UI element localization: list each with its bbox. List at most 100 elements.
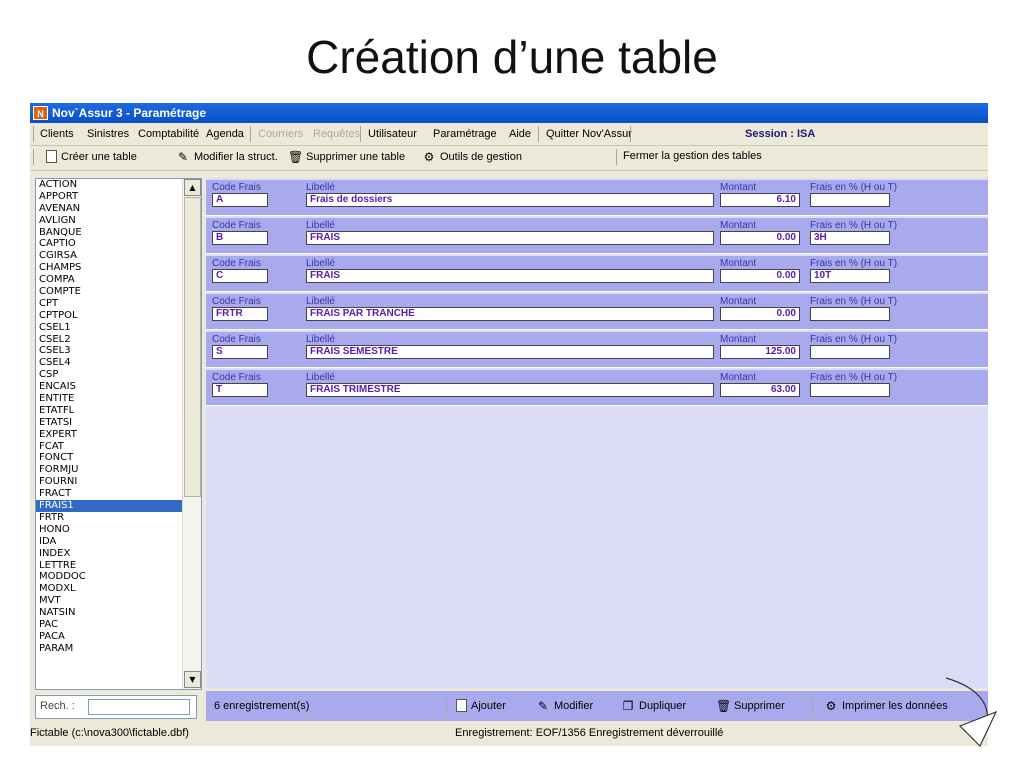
table-list-item[interactable]: CPT: [36, 298, 201, 310]
table-list-item[interactable]: CSEL1: [36, 322, 201, 334]
field-label-code: Code Frais: [212, 372, 261, 383]
scroll-up-icon[interactable]: ▲: [184, 179, 201, 196]
table-list-item[interactable]: CSEL4: [36, 357, 201, 369]
menu-sinistres[interactable]: Sinistres: [87, 128, 129, 140]
table-list-item[interactable]: AVENAN: [36, 203, 201, 215]
table-list-item[interactable]: CPTPOL: [36, 310, 201, 322]
table-list-item[interactable]: HONO: [36, 524, 201, 536]
menu-comptabilite[interactable]: Comptabilité: [138, 128, 199, 140]
table-list-item[interactable]: PARAM: [36, 643, 201, 655]
record-row[interactable]: Code Frais B Libellé FRAIS Montant 0.00 Frais …: [206, 218, 988, 254]
table-list-item[interactable]: CGIRSA: [36, 250, 201, 262]
table-list-item[interactable]: CSEL2: [36, 334, 201, 346]
scroll-down-icon[interactable]: ▼: [184, 671, 201, 688]
modify-structure-button[interactable]: ✎ Modifier la struct.: [176, 150, 278, 164]
field-code[interactable]: S: [212, 345, 268, 359]
menu-parametrage[interactable]: Paramétrage: [433, 128, 497, 140]
add-button[interactable]: Ajouter: [456, 699, 506, 712]
field-libelle[interactable]: Frais de dossiers: [306, 193, 714, 207]
table-list[interactable]: ACTION APPORT AVENAN AVLIGN BANQUE CAPTIO CGIR…: [35, 178, 202, 690]
list-scrollbar[interactable]: ▲ ▼: [182, 179, 201, 689]
field-code[interactable]: T: [212, 383, 268, 397]
field-montant[interactable]: 0.00: [720, 269, 800, 283]
table-list-item[interactable]: MVT: [36, 595, 201, 607]
field-code[interactable]: C: [212, 269, 268, 283]
field-montant[interactable]: 63.00: [720, 383, 800, 397]
table-list-item[interactable]: EXPERT: [36, 429, 201, 441]
table-list-item[interactable]: IDA: [36, 536, 201, 548]
table-list-item[interactable]: COMPTE: [36, 286, 201, 298]
field-libelle[interactable]: FRAIS: [306, 231, 714, 245]
menu-aide[interactable]: Aide: [509, 128, 531, 140]
table-list-item[interactable]: ACTION: [36, 179, 201, 191]
record-row[interactable]: Code Frais FRTR Libellé FRAIS PAR TRANCHE Mo…: [206, 294, 988, 330]
table-list-item[interactable]: FCAT: [36, 441, 201, 453]
field-libelle[interactable]: FRAIS SEMESTRE: [306, 345, 714, 359]
table-list-item[interactable]: CAPTIO: [36, 238, 201, 250]
table-list-item[interactable]: PAC: [36, 619, 201, 631]
field-pct[interactable]: [810, 345, 890, 359]
management-tools-button[interactable]: ⚙ Outils de gestion: [422, 150, 522, 164]
field-libelle[interactable]: FRAIS PAR TRANCHE: [306, 307, 714, 321]
field-montant[interactable]: 0.00: [720, 231, 800, 245]
menu-utilisateur[interactable]: Utilisateur: [368, 128, 417, 140]
next-slide-arrow-icon[interactable]: [940, 676, 1000, 748]
table-list-item[interactable]: PACA: [36, 631, 201, 643]
table-list-item[interactable]: FORMJU: [36, 464, 201, 476]
field-pct[interactable]: 3H: [810, 231, 890, 245]
menu-clients[interactable]: Clients: [40, 128, 74, 140]
field-libelle[interactable]: FRAIS TRIMESTRE: [306, 383, 714, 397]
table-list-item[interactable]: MODDOC: [36, 571, 201, 583]
print-data-button[interactable]: ⚙ Imprimer les données: [824, 699, 948, 713]
table-list-item[interactable]: MODXL: [36, 583, 201, 595]
delete-table-button[interactable]: 🗑 Supprimer une table: [288, 150, 405, 164]
field-label-montant: Montant: [720, 220, 757, 231]
field-pct[interactable]: [810, 193, 890, 207]
scroll-thumb[interactable]: [184, 197, 201, 497]
record-row[interactable]: Code Frais A Libellé Frais de dossiers Monta…: [206, 180, 988, 216]
close-table-management-button[interactable]: Fermer la gestion des tables: [623, 150, 762, 162]
field-label-code: Code Frais: [212, 220, 261, 231]
table-list-item[interactable]: FOURNI: [36, 476, 201, 488]
field-montant[interactable]: 0.00: [720, 307, 800, 321]
modify-button[interactable]: ✎ Modifier: [536, 699, 593, 713]
table-list-item[interactable]: INDEX: [36, 548, 201, 560]
table-list-item[interactable]: ENCAIS: [36, 381, 201, 393]
field-code[interactable]: A: [212, 193, 268, 207]
field-label-code: Code Frais: [212, 296, 261, 307]
record-row[interactable]: Code Frais S Libellé FRAIS SEMESTRE Montant 1…: [206, 332, 988, 368]
create-table-button[interactable]: Créer une table: [46, 150, 137, 163]
record-row[interactable]: Code Frais C Libellé FRAIS Montant 0.00 Frais …: [206, 256, 988, 292]
field-montant[interactable]: 125.00: [720, 345, 800, 359]
field-label-code: Code Frais: [212, 334, 261, 345]
table-list-item[interactable]: FRAIS1: [36, 500, 201, 512]
table-list-item[interactable]: LETTRE: [36, 560, 201, 572]
menu-quitter[interactable]: Quitter Nov'Assur: [546, 128, 632, 140]
table-list-item[interactable]: CHAMPS: [36, 262, 201, 274]
field-pct[interactable]: [810, 307, 890, 321]
table-list-item[interactable]: CSEL3: [36, 345, 201, 357]
table-list-item[interactable]: FONCT: [36, 452, 201, 464]
delete-button[interactable]: 🗑 Supprimer: [716, 699, 785, 713]
field-pct[interactable]: 10T: [810, 269, 890, 283]
field-montant[interactable]: 6.10: [720, 193, 800, 207]
table-list-item[interactable]: AVLIGN: [36, 215, 201, 227]
duplicate-button[interactable]: ❐ Dupliquer: [621, 699, 686, 713]
table-list-item[interactable]: ENTITE: [36, 393, 201, 405]
table-list-item[interactable]: ETATSI: [36, 417, 201, 429]
table-list-item[interactable]: BANQUE: [36, 227, 201, 239]
field-libelle[interactable]: FRAIS: [306, 269, 714, 283]
menu-agenda[interactable]: Agenda: [206, 128, 244, 140]
table-list-item[interactable]: FRACT: [36, 488, 201, 500]
table-list-item[interactable]: APPORT: [36, 191, 201, 203]
field-pct[interactable]: [810, 383, 890, 397]
field-code[interactable]: B: [212, 231, 268, 245]
field-code[interactable]: FRTR: [212, 307, 268, 321]
table-list-item[interactable]: CSP: [36, 369, 201, 381]
table-list-item[interactable]: ETATFL: [36, 405, 201, 417]
search-input[interactable]: [88, 699, 190, 715]
table-list-item[interactable]: NATSIN: [36, 607, 201, 619]
table-list-item[interactable]: FRTR: [36, 512, 201, 524]
record-row[interactable]: Code Frais T Libellé FRAIS TRIMESTRE Montant…: [206, 370, 988, 406]
table-list-item[interactable]: COMPA: [36, 274, 201, 286]
